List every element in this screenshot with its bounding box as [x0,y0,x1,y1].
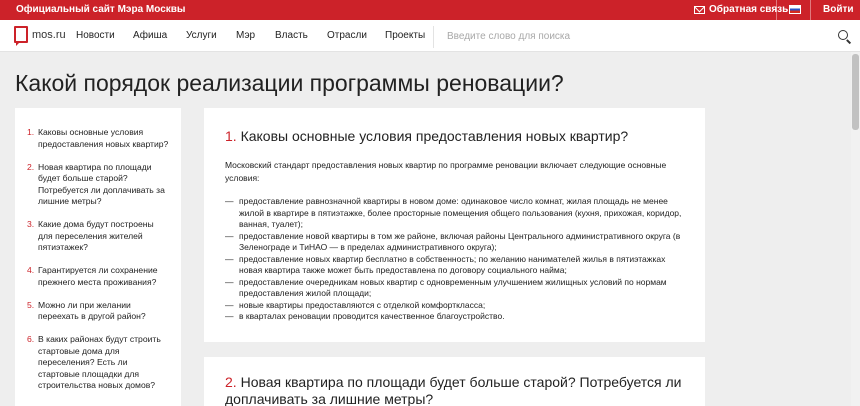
section-card: 1. Каковы основные условия предоставлени… [204,108,705,342]
toc-item[interactable]: 3. Какие дома будут построены для пересе… [27,219,169,254]
search-input[interactable] [447,28,817,44]
toc-item-text: Каковы основные условия предоставления н… [38,127,169,149]
list-item-text: в кварталах реновации проводится качеств… [239,311,505,321]
section-number: 1. [225,128,237,144]
nav-item-news[interactable]: Новости [76,30,115,41]
toc-item-text: Новая квартира по площади будет больше с… [38,161,165,207]
list-item: — в кварталах реновации проводится качест… [225,311,505,321]
list-item-text: предоставление очередникам новых квартир… [239,276,667,299]
section-title: Новая квартира по площади будет больше с… [225,374,682,406]
toc-item-number: 1. [27,127,35,137]
table-of-contents: 1. Каковы основные условия предоставлени… [15,108,181,406]
scrollbar[interactable] [851,52,860,406]
list-item: — предоставление новой квартиры в том же … [225,231,684,254]
scrollbar-thumb[interactable] [852,54,859,130]
toc-item-text: В каких районах будут строить стартовые … [38,334,161,390]
feedback-link[interactable]: Обратная связь [694,4,788,15]
list-item-text: предоставление равнозначной квартиры в н… [239,196,682,229]
list-item-text: новые квартиры предоставляются с отделко… [239,299,486,310]
section-number: 2. [225,374,237,390]
logo-text: mos.ru [32,29,66,41]
mos-ru-logo[interactable]: mos.ru [14,26,66,46]
toc-item-text: Гарантируется ли сохранение прежнего мес… [38,265,158,287]
russian-flag-icon[interactable] [789,5,801,14]
conditions-list: — предоставление равнозначной квартиры в … [225,196,684,323]
toc-item[interactable]: 4. Гарантируется ли сохранение прежнего … [27,265,169,288]
toc-item-number: 6. [27,334,35,344]
divider [810,0,811,20]
list-item: — предоставление очередникам новых кварти… [225,277,684,300]
nav-item-afisha[interactable]: Афиша [133,30,167,41]
toc-item[interactable]: 2. Новая квартира по площади будет больш… [27,162,169,208]
section-title: Каковы основные условия предоставления н… [240,128,629,144]
section-heading: 1. Каковы основные условия предоставлени… [225,128,684,145]
search-icon[interactable] [838,30,848,40]
official-site-link[interactable]: Официальный сайт Мэра Москвы [16,4,185,15]
divider [776,0,777,20]
mail-icon [694,5,705,14]
list-item: — новые квартиры предоставляются с отделк… [225,299,486,310]
toc-item-text: Какие дома будут построены для переселен… [38,219,154,252]
toc-item-number: 3. [27,219,35,229]
list-item-text: предоставление новых квартир бесплатно в… [239,253,666,276]
divider [433,26,434,48]
section-card: 2. Новая квартира по площади будет больш… [204,357,705,406]
toc-item[interactable]: 6. В каких районах будут строить стартов… [27,334,169,392]
login-button[interactable]: Войти [823,4,854,15]
toc-item-number: 5. [27,299,35,310]
list-item: — предоставление равнозначной квартиры в … [225,196,684,231]
top-bar: Официальный сайт Мэра Москвы Обратная св… [0,0,860,20]
page-title: Какой порядок реализации программы ренов… [15,70,564,96]
toc-item[interactable]: 1. Каковы основные условия предоставлени… [27,127,169,150]
toc-item-text: Можно ли при желании переехать в другой … [38,299,146,322]
nav-item-services[interactable]: Услуги [186,30,217,41]
nav-item-industries[interactable]: Отрасли [327,30,367,41]
toc-item-number: 4. [27,265,35,275]
list-item-text: предоставление новой квартиры в том же р… [239,230,681,253]
section-heading: 2. Новая квартира по площади будет больш… [225,374,684,406]
logo-icon [14,26,28,46]
list-item: — предоставление новых квартир бесплатно … [225,254,684,277]
nav-item-projects[interactable]: Проекты [385,30,425,41]
nav-item-government[interactable]: Власть [275,30,308,41]
nav-item-mayor[interactable]: Мэр [236,30,255,41]
toc-item-number: 2. [27,161,35,172]
main-nav: mos.ru Новости Афиша Услуги Мэр Власть О… [0,20,860,52]
toc-item[interactable]: 5. Можно ли при желании переехать в друг… [27,300,169,323]
section-intro: Московский стандарт предоставления новых… [225,160,667,183]
